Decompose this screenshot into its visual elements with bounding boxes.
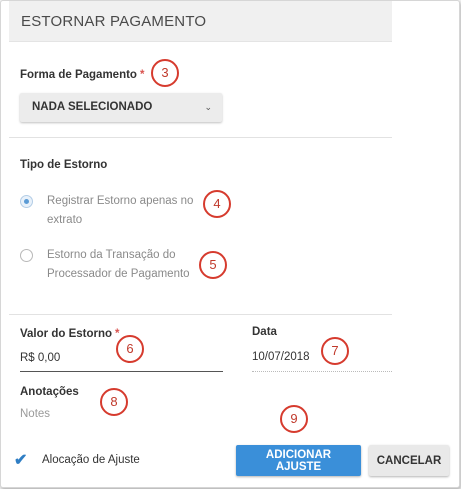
refund-value-label: Valor do Estorno *	[20, 328, 120, 340]
date-label: Data	[252, 326, 277, 338]
section-divider	[9, 314, 392, 315]
radio-processor-transaction-label[interactable]: Estorno da Transação do Processador de P…	[47, 246, 190, 284]
dialog-title: ESTORNAR PAGAMENTO	[21, 13, 207, 30]
payment-method-label-text: Forma de Pagamento	[20, 69, 137, 81]
callout-badge: 6	[116, 335, 144, 363]
adjustment-allocation-label[interactable]: Alocação de Ajuste	[42, 454, 140, 466]
section-divider	[9, 137, 392, 138]
dialog-header: ESTORNAR PAGAMENTO	[9, 1, 392, 42]
callout-badge: 7	[321, 337, 349, 365]
notes-label: Anotações	[20, 386, 79, 398]
input-underline	[20, 371, 223, 372]
radio-statement-only-label[interactable]: Registrar Estorno apenas no extrato	[47, 192, 193, 230]
checkmark-icon[interactable]: ✔	[14, 450, 27, 470]
payment-method-select[interactable]: NADA SELECIONADO ⌄	[20, 93, 222, 122]
radio-label-line: extrato	[47, 214, 83, 226]
callout-badge: 9	[280, 405, 308, 433]
add-adjustment-button[interactable]: ADICIONAR AJUSTE	[236, 445, 361, 476]
callout-badge: 3	[151, 59, 179, 87]
refund-payment-dialog: ESTORNAR PAGAMENTO Forma de Pagamento * 3…	[0, 0, 460, 488]
date-input[interactable]: 10/07/2018	[252, 351, 310, 363]
refund-value-label-text: Valor do Estorno	[20, 328, 113, 340]
refund-value-input[interactable]: R$ 0,00	[20, 352, 60, 364]
cancel-button[interactable]: CANCELAR	[369, 445, 449, 476]
radio-label-line: Processador de Pagamento	[47, 268, 190, 280]
radio-label-line: Registrar Estorno apenas no	[47, 195, 194, 207]
radio-processor-transaction[interactable]	[20, 249, 33, 262]
chevron-down-icon: ⌄	[204, 102, 212, 112]
input-underline	[252, 371, 392, 372]
required-mark: *	[139, 69, 145, 81]
callout-badge: 5	[199, 251, 227, 279]
required-mark: *	[115, 328, 120, 340]
notes-input[interactable]: Notes	[20, 408, 50, 420]
callout-badge: 8	[100, 388, 128, 416]
payment-method-label: Forma de Pagamento *	[20, 69, 144, 81]
refund-type-label: Tipo de Estorno	[20, 159, 108, 171]
radio-statement-only[interactable]	[20, 195, 33, 208]
radio-label-line: Estorno da Transação do	[47, 249, 176, 261]
callout-badge: 4	[203, 190, 231, 218]
payment-method-selected-value: NADA SELECIONADO	[32, 101, 153, 113]
